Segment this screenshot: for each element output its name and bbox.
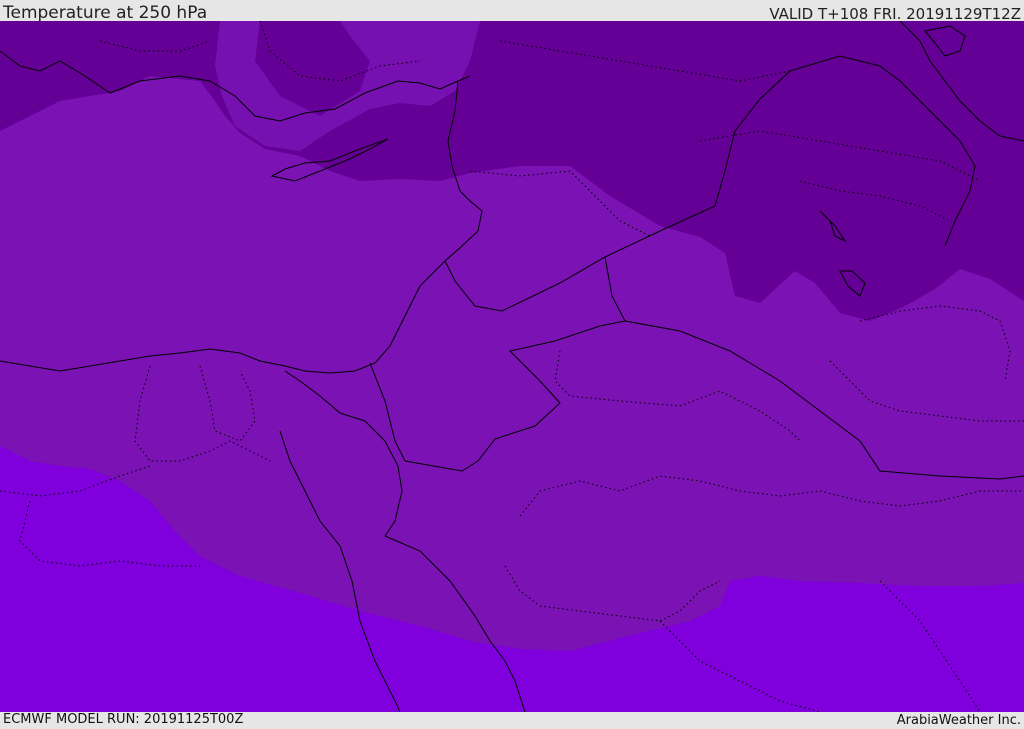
map-canvas xyxy=(0,21,1024,712)
credit-label: ArabiaWeather Inc. xyxy=(896,713,1021,728)
header-bar: Temperature at 250 hPa VALID T+108 FRI. … xyxy=(0,0,1024,23)
weather-map[interactable] xyxy=(0,21,1024,712)
map-viewer: Temperature at 250 hPa VALID T+108 FRI. … xyxy=(0,0,1024,729)
footer-bar: ECMWF MODEL RUN: 20191125T00Z ArabiaWeat… xyxy=(0,712,1024,729)
map-title: Temperature at 250 hPa xyxy=(3,3,208,23)
model-run-label: ECMWF MODEL RUN: 20191125T00Z xyxy=(3,712,244,727)
